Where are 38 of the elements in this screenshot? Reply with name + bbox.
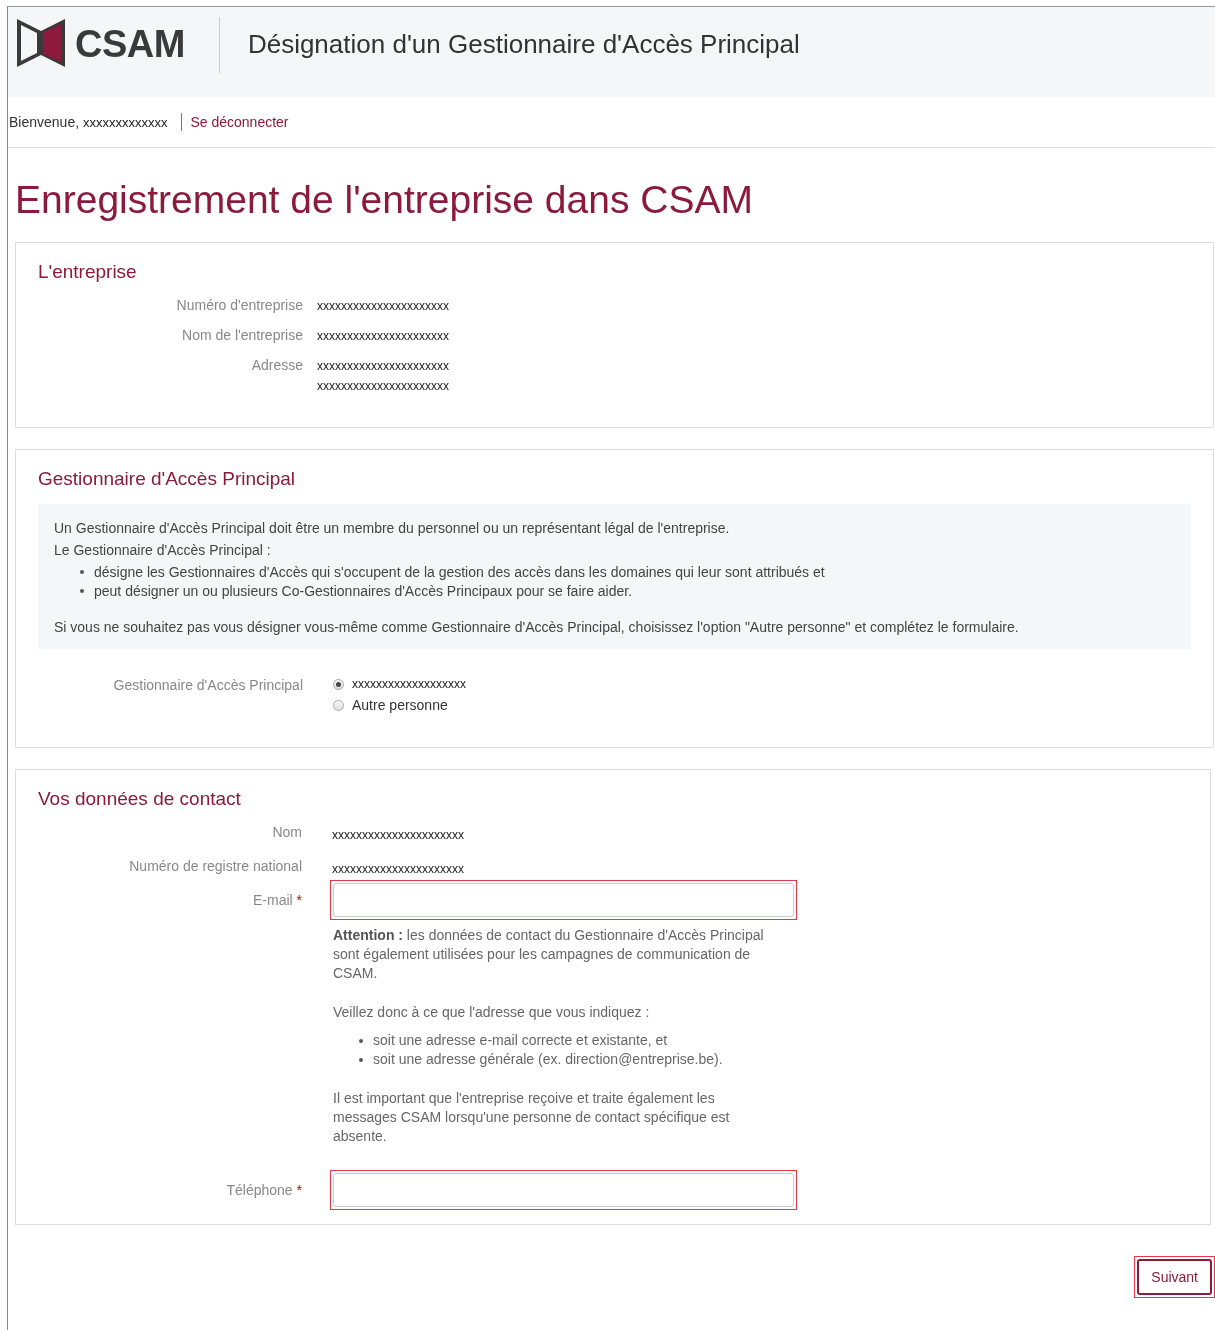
email-field[interactable] [330,880,797,920]
section-heading: L'entreprise [38,261,138,283]
field-label: Numéro d'entreprise [175,297,304,313]
info-text: Un Gestionnaire d'Accès Principal doit être un membre du personnel ou un représentant légal de l'entreprise. [54,520,731,536]
welcome-text: Bienvenue, xxxxxxxxxxxxx [9,114,168,130]
info-text: Le Gestionnaire d'Accès Principal : [54,542,272,558]
logo-text: CSAM [75,23,185,66]
bullet-text: soit une adresse e-mail correcte et existante, et [373,1031,668,1050]
field-label: Nom [271,824,303,840]
bullet-text: désigne les Gestionnaires d'Accès qui s'occupent de la gestion des accès dans les domaines qui leur sont attribués et [94,564,825,580]
info-text: Si vous ne souhaitez pas vous désigner vous-même comme Gestionnaire d'Accès Principal, choisissez l'option "Autre personne" et complétez le formulaire. [54,619,1020,635]
help-text: Veillez donc à ce que l'adresse que vous indiquez : [333,1003,651,1022]
field-value: xxxxxxxxxxxxxxxxxxxxxx [317,378,449,393]
logout-link[interactable]: Se déconnecter [190,114,289,130]
phone-field[interactable] [330,1170,797,1210]
bullet-text: peut désigner un ou plusieurs Co-Gestionnaires d'Accès Principaux pour se faire aider. [94,583,633,599]
radio-option[interactable]: Autre personne [333,697,466,713]
field-value: xxxxxxxxxxxxxxxxxxxxxx [317,328,449,343]
next-button[interactable]: Suivant [1134,1256,1215,1298]
help-text: Attention : les données de contact du Gestionnaire d'Accès Principal sont également utilisées pour les campagnes de communication de CSAM. [333,926,765,983]
field-value: xxxxxxxxxxxxxxxxxxxxxx [317,358,449,373]
page-header-title: Désignation d'un Gestionnaire d'Accès Principal [247,29,800,60]
page-title: Enregistrement de l'entreprise dans CSAM [15,178,754,222]
field-value: xxxxxxxxxxxxxxxxxxxxxx [317,298,449,313]
help-text: Il est important que l'entreprise reçoive et traite également les messages CSAM lorsqu'une personne de contact spécifique est absente. [333,1089,731,1146]
radio-option[interactable]: xxxxxxxxxxxxxxxxxxx [333,677,466,691]
section-heading: Vos données de contact [38,788,242,810]
door-logo-icon [15,17,67,69]
section-heading: Gestionnaire d'Accès Principal [38,468,297,490]
bullet-text: soit une adresse générale (ex. direction@entreprise.be). [373,1050,723,1069]
field-label: Adresse [250,357,304,375]
field-value: xxxxxxxxxxxxxxxxxxxxxx [332,861,464,876]
field-label: Numéro de registre national [128,858,303,874]
field-label: Nom de l'entreprise [181,327,304,343]
field-label: Gestionnaire d'Accès Principal [112,676,304,695]
field-label: Téléphone * [225,1181,303,1198]
field-label: E-mail * [252,891,303,908]
field-value: xxxxxxxxxxxxxxxxxxxxxx [332,827,464,842]
